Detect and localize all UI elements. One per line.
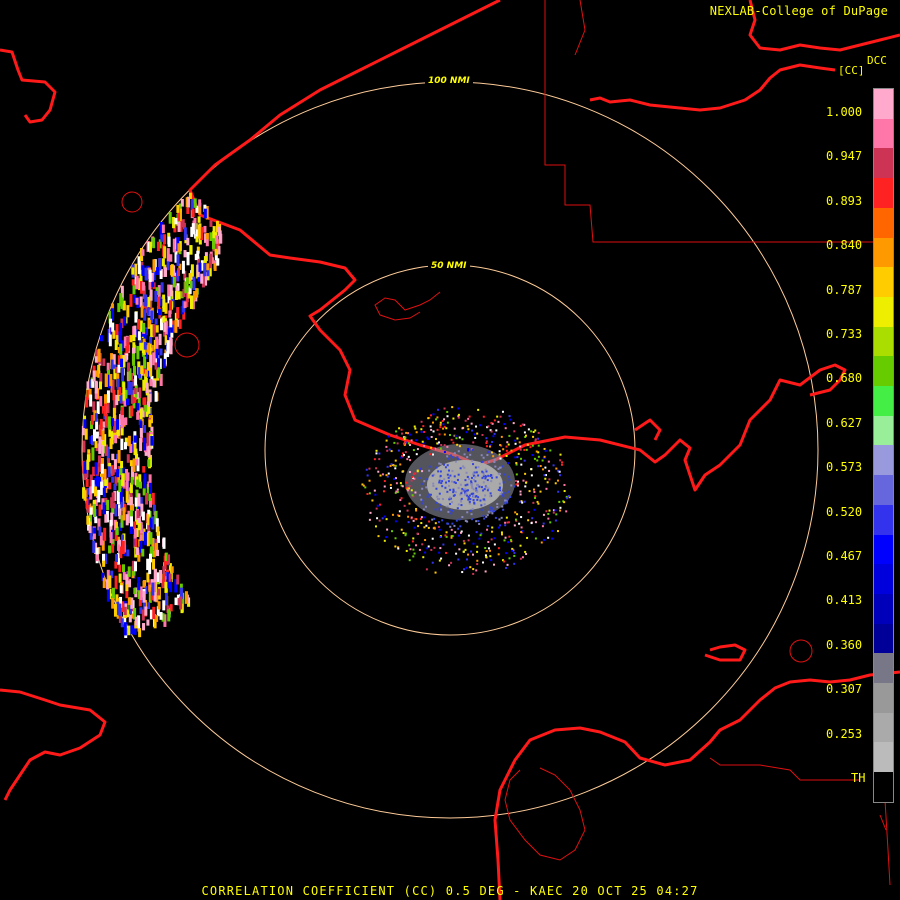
- cc-color-step: [874, 683, 893, 713]
- legend-tick-label: 0.360: [826, 637, 863, 652]
- legend-tick-label: 0.733: [826, 327, 863, 341]
- cc-color-step: [874, 445, 893, 476]
- cc-color-step: [874, 504, 893, 535]
- cc-color-step: [874, 564, 893, 594]
- cc-color-step: [874, 534, 893, 565]
- legend-tick-label: 0.840: [826, 238, 863, 253]
- legend-tick-label: 0.573: [826, 460, 863, 475]
- cc-color-step: [874, 593, 893, 624]
- cc-color-step: [874, 475, 893, 505]
- product-caption: CORRELATION COEFFICIENT (CC) 0.5 DEG - K…: [201, 884, 699, 898]
- cc-color-step: [874, 772, 893, 802]
- cc-color-step: [874, 326, 893, 357]
- ring-label-50: 50 NMI: [431, 261, 467, 271]
- legend-product: DCC: [867, 54, 887, 67]
- cc-color-step: [874, 207, 893, 238]
- radar-echoes: [81, 192, 571, 639]
- legend-tick-label: 0.520: [826, 504, 863, 519]
- cc-color-step: [874, 178, 893, 208]
- cc-color-step: [874, 356, 893, 387]
- cc-color-step: [874, 118, 893, 149]
- legend-tick-label: 0.893: [826, 193, 863, 208]
- cc-color-step: [874, 623, 893, 654]
- legend-tick-label: 0.413: [826, 593, 863, 608]
- radar-display: 50 NMI 100 NMI NEXLAB-College of DuPage …: [0, 0, 900, 900]
- legend-tick-label: 0.627: [826, 415, 863, 430]
- legend-tick-label: 0.947: [826, 149, 863, 164]
- cc-color-step: [874, 712, 893, 743]
- cc-color-step: [874, 267, 893, 297]
- legend-tick-label: 0.253: [826, 726, 863, 741]
- cc-color-step: [874, 415, 893, 446]
- credit-text: NEXLAB-College of DuPage: [709, 4, 888, 18]
- cc-color-step: [874, 237, 893, 268]
- cc-color-step: [874, 386, 893, 416]
- legend-tick-label: 0.680: [826, 371, 863, 386]
- cc-color-step: [874, 296, 893, 327]
- cc-color-bar: [873, 88, 894, 803]
- cc-color-step: [874, 89, 893, 119]
- ring-label-100: 100 NMI: [428, 76, 470, 86]
- cc-color-step: [874, 148, 893, 179]
- legend-tick-label: 0.787: [826, 282, 863, 297]
- radar-map: 50 NMI 100 NMI: [0, 0, 900, 900]
- legend-tick-label: 0.307: [826, 682, 863, 697]
- legend-tick-label: 0.467: [826, 549, 863, 563]
- boundary-lines: [544, 0, 891, 886]
- cc-color-step: [874, 742, 893, 773]
- lakes: [121, 191, 813, 861]
- cc-color-step: [874, 653, 893, 684]
- legend-tick-label: 1.000: [826, 105, 863, 119]
- legend-tick-label: TH: [851, 771, 866, 785]
- legend-unit: [CC]: [838, 64, 865, 77]
